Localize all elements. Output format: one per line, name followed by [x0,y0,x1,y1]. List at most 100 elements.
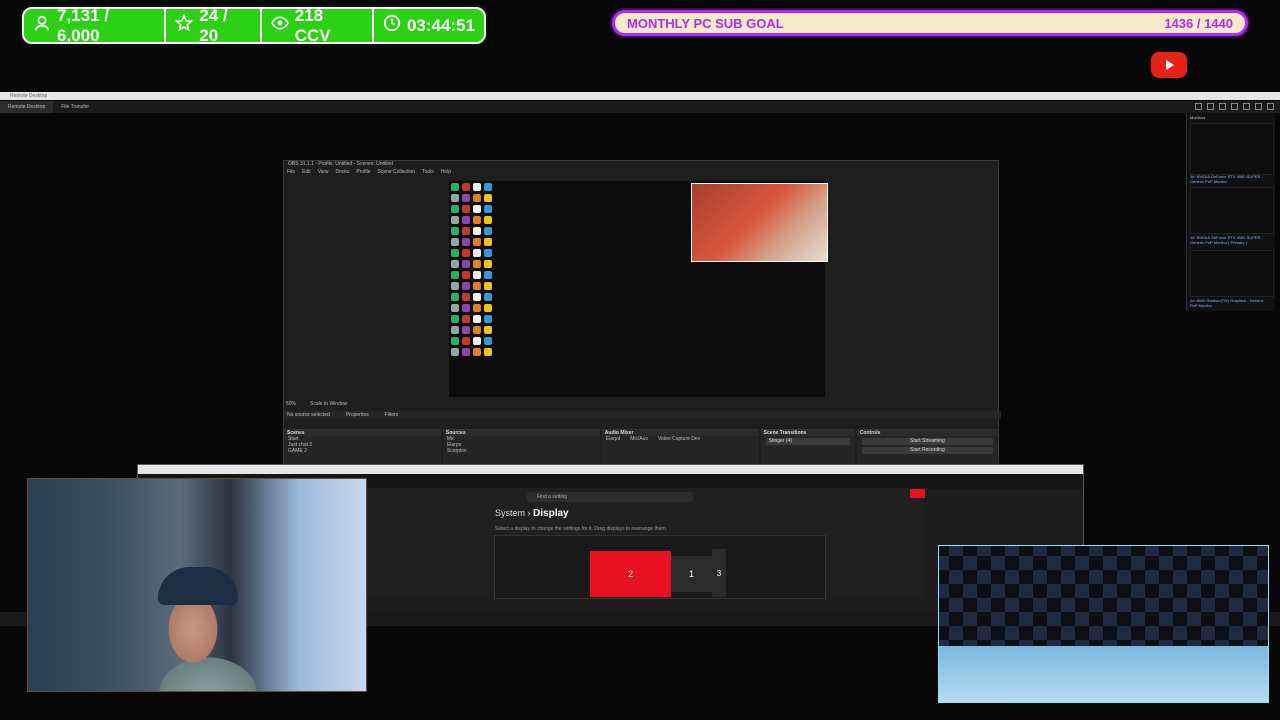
desktop-app-icon[interactable] [473,238,481,246]
desktop-app-icon[interactable] [451,227,459,235]
desktop-app-icon[interactable] [484,271,492,279]
desktop-app-icon[interactable] [484,260,492,268]
display-3[interactable]: 3 [712,549,726,597]
desktop-app-icon[interactable] [484,304,492,312]
desktop-app-icon[interactable] [473,282,481,290]
desktop-app-icon[interactable] [462,282,470,290]
obs-preview[interactable] [449,181,828,397]
scale-mode[interactable]: Scale to Window [310,401,347,407]
zoom-level[interactable]: 50% [286,401,296,407]
desktop-app-icon[interactable] [462,205,470,213]
desktop-app-icon[interactable] [451,183,459,191]
desktop-app-icon[interactable] [462,326,470,334]
chat-icon[interactable] [1231,103,1238,110]
desktop-app-icon[interactable] [473,315,481,323]
display-1[interactable]: 1 [671,556,712,592]
desktop-app-icon[interactable] [451,348,459,356]
desktop-app-icon[interactable] [462,315,470,323]
desktop-app-icon[interactable] [473,271,481,279]
menu-file[interactable]: File [287,168,295,176]
desktop-app-icon[interactable] [484,282,492,290]
desktop-app-icon[interactable] [473,194,481,202]
settings-icon[interactable] [1243,103,1250,110]
pen-icon[interactable] [1219,103,1226,110]
desktop-app-icon[interactable] [451,205,459,213]
monitor-thumb[interactable] [1190,123,1274,175]
menu-help[interactable]: Help [441,168,451,176]
display-2[interactable]: 2 [590,551,671,597]
desktop-app-icon[interactable] [462,238,470,246]
desktop-app-icon[interactable] [484,194,492,202]
desktop-app-icon[interactable] [473,260,481,268]
menu-profile[interactable]: Profile [356,168,370,176]
desktop-app-icon[interactable] [473,304,481,312]
desktop-app-icon[interactable] [473,216,481,224]
monitor-thumb[interactable] [1190,250,1274,297]
desktop-app-icon[interactable] [484,315,492,323]
desktop-app-icon[interactable] [462,249,470,257]
menu-scene-collection[interactable]: Scene Collection [378,168,416,176]
settings-close-button[interactable] [910,489,925,498]
desktop-app-icon[interactable] [451,304,459,312]
desktop-app-icon[interactable] [451,271,459,279]
desktop-app-icon[interactable] [451,326,459,334]
desktop-app-icon[interactable] [451,249,459,257]
desktop-app-icon[interactable] [451,315,459,323]
monitor-thumb[interactable] [1190,187,1274,234]
desktop-app-icon[interactable] [473,348,481,356]
breadcrumb-parent[interactable]: System [495,508,525,518]
tab-remote-desktop[interactable]: Remote Desktop [0,101,54,113]
desktop-app-icon[interactable] [473,337,481,345]
minimize-icon[interactable] [1255,103,1262,110]
desktop-app-icon[interactable] [462,227,470,235]
desktop-app-icon[interactable] [484,249,492,257]
source-item[interactable]: Scorpion [443,448,600,454]
start-streaming-button[interactable]: Start Streaming [861,438,994,445]
desktop-app-icon[interactable] [462,293,470,301]
menu-tools[interactable]: Tools [422,168,434,176]
desktop-app-icon[interactable] [451,238,459,246]
desktop-app-icon[interactable] [451,293,459,301]
desktop-app-icon[interactable] [473,227,481,235]
desktop-app-icon[interactable] [462,271,470,279]
scene-item[interactable]: GAME 2 [284,448,441,454]
monitor-icon[interactable] [1207,103,1214,110]
desktop-app-icon[interactable] [451,260,459,268]
desktop-app-icon[interactable] [462,260,470,268]
desktop-app-icon[interactable] [484,293,492,301]
desktop-app-icon[interactable] [484,205,492,213]
menu-view[interactable]: View [318,168,329,176]
desktop-app-icon[interactable] [451,282,459,290]
desktop-app-icon[interactable] [484,227,492,235]
desktop-app-icon[interactable] [462,194,470,202]
menu-edit[interactable]: Edit [302,168,311,176]
desktop-app-icon[interactable] [484,216,492,224]
desktop-app-icon[interactable] [451,216,459,224]
desktop-app-icon[interactable] [484,337,492,345]
desktop-app-icon[interactable] [462,216,470,224]
transition-select[interactable]: Stinger (4) [765,438,850,445]
desktop-app-icon[interactable] [462,348,470,356]
find-setting-input[interactable]: Find a setting [527,492,693,502]
desktop-app-icon[interactable] [462,337,470,345]
desktop-app-icon[interactable] [484,326,492,334]
start-recording-button[interactable]: Start Recording [861,447,994,454]
menu-docks[interactable]: Docks [335,168,349,176]
close-icon[interactable] [1267,103,1274,110]
desktop-app-icon[interactable] [451,337,459,345]
filters-button[interactable]: Filters [385,411,399,419]
desktop-app-icon[interactable] [462,183,470,191]
desktop-app-icon[interactable] [473,293,481,301]
desktop-app-icon[interactable] [484,183,492,191]
info-icon[interactable] [1195,103,1202,110]
desktop-app-icon[interactable] [484,348,492,356]
desktop-app-icon[interactable] [451,194,459,202]
desktop-app-icon[interactable] [473,326,481,334]
desktop-app-icon[interactable] [462,304,470,312]
desktop-app-icon[interactable] [473,249,481,257]
properties-button[interactable]: Properties [346,411,369,419]
tab-file-transfer[interactable]: File Transfer [53,101,97,113]
desktop-app-icon[interactable] [484,238,492,246]
desktop-app-icon[interactable] [473,183,481,191]
desktop-app-icon[interactable] [473,205,481,213]
